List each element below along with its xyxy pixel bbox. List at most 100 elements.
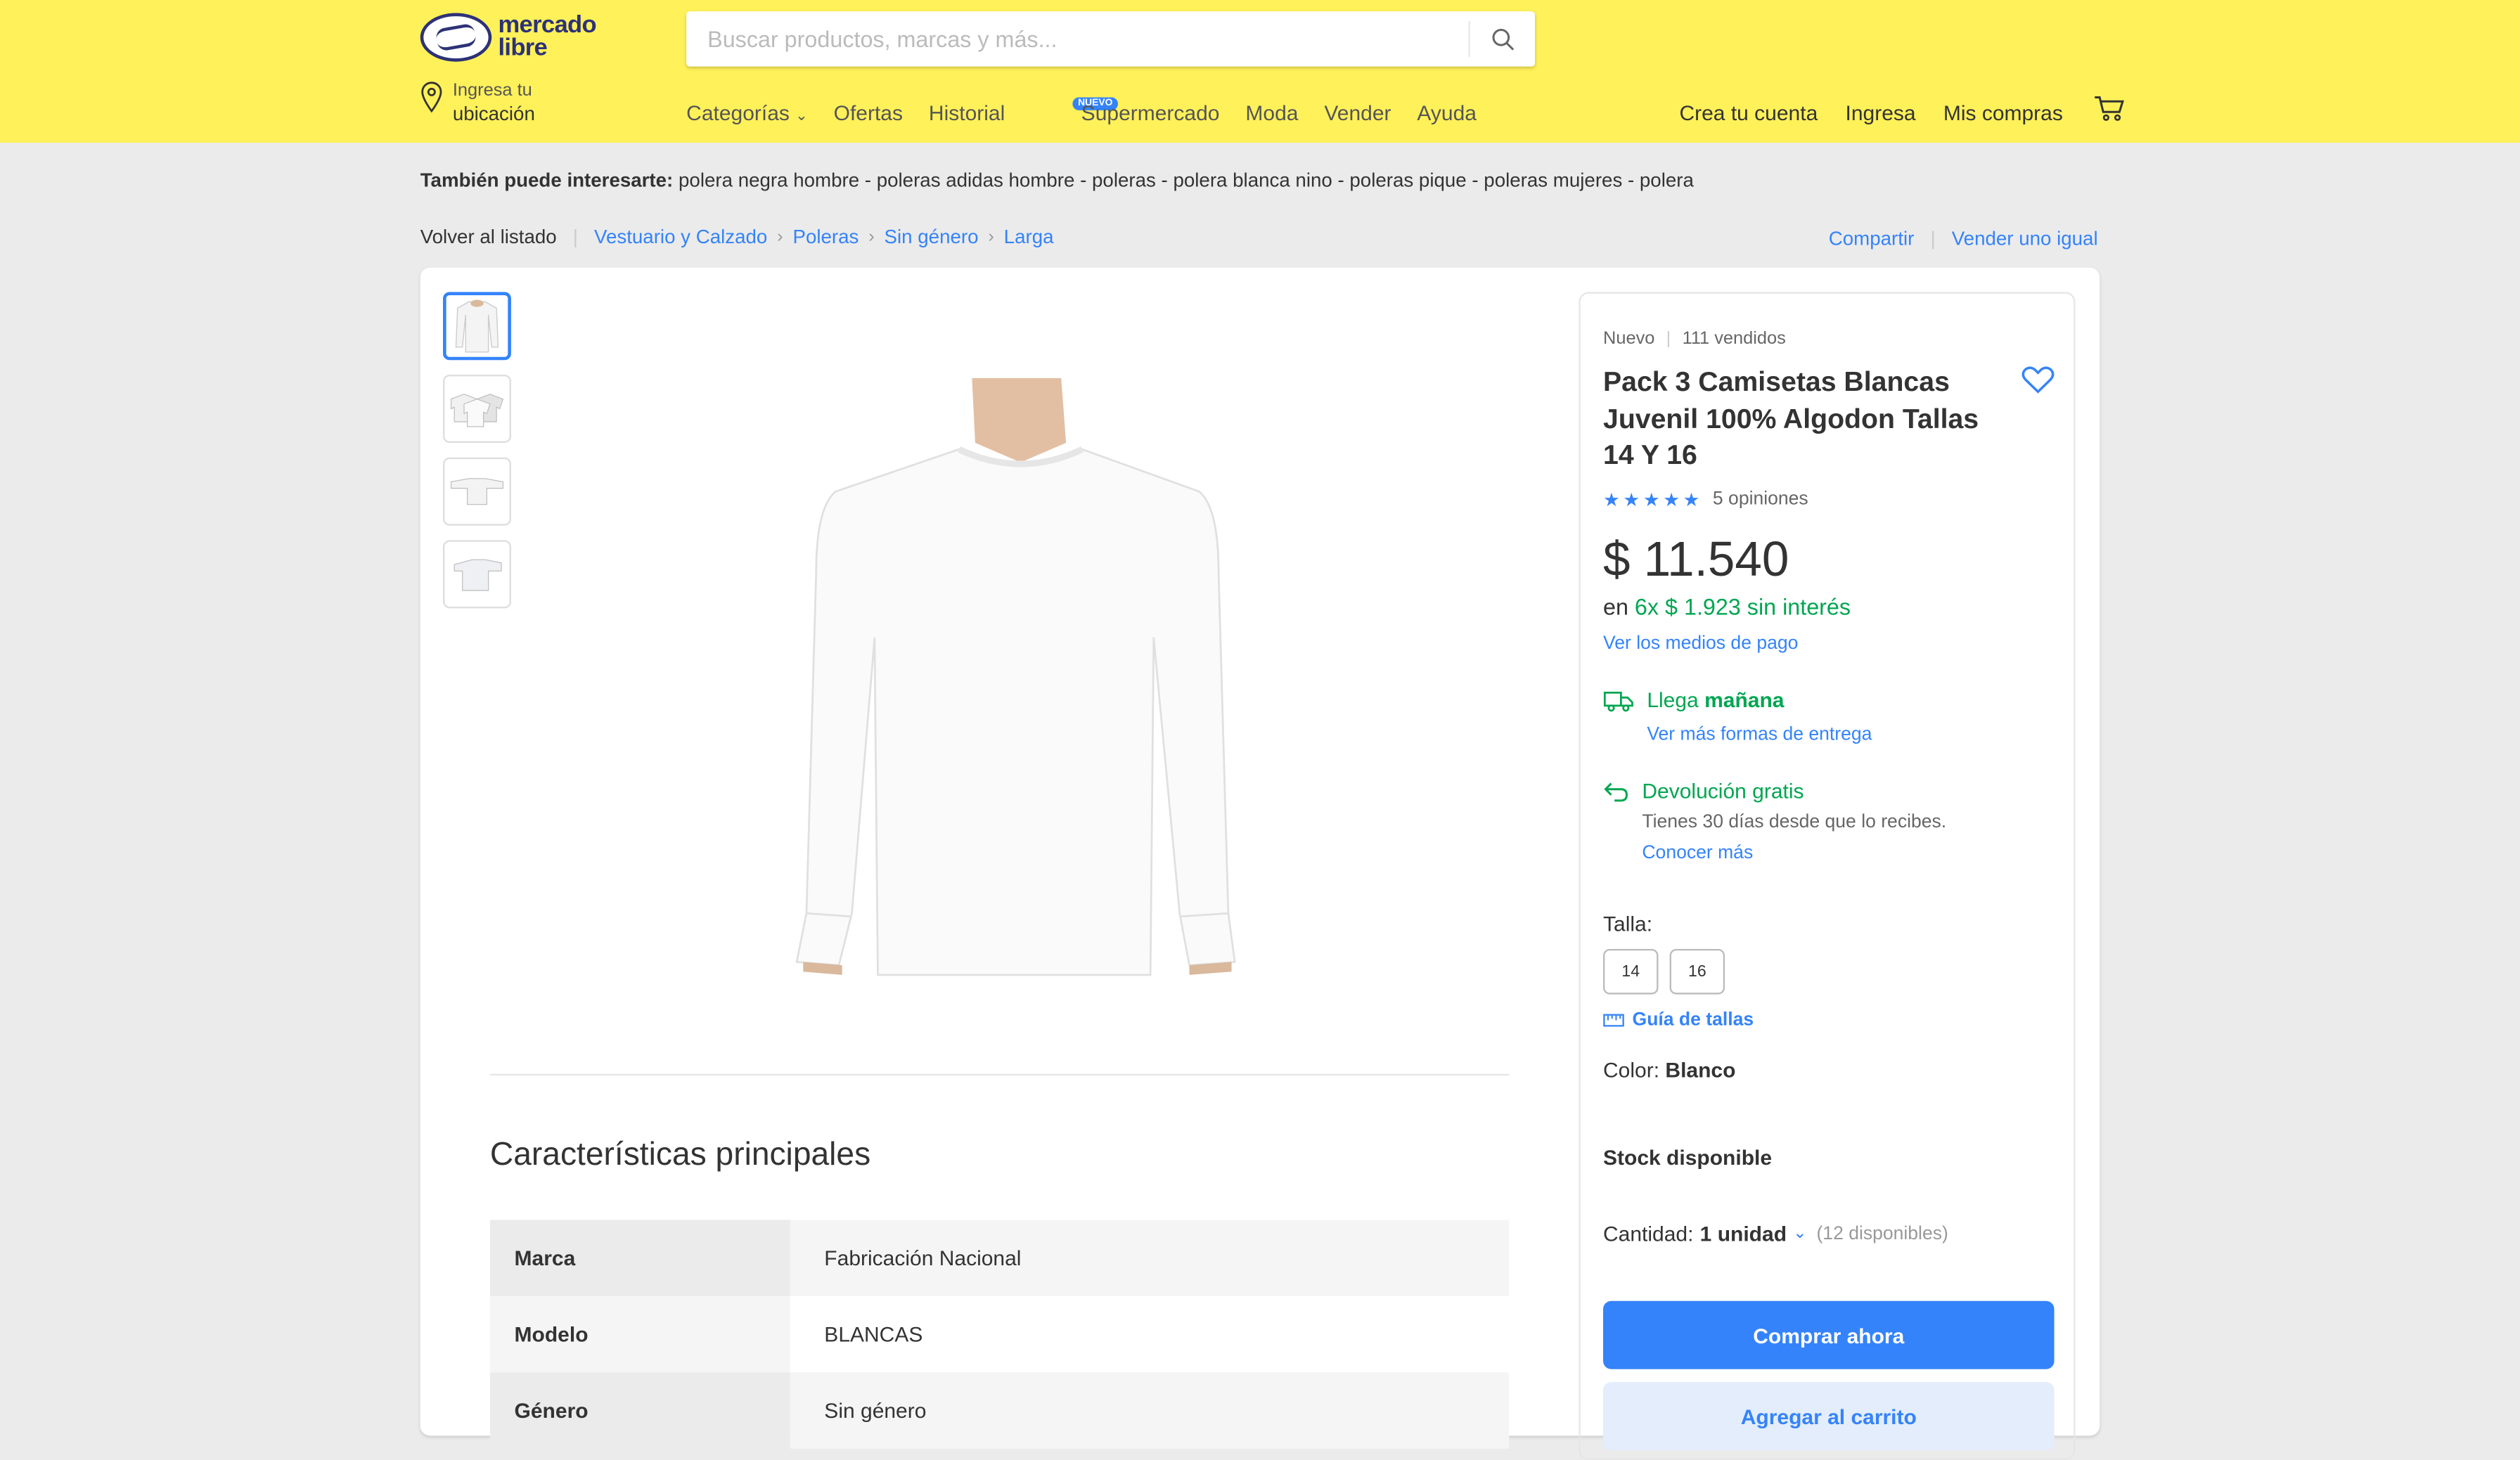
return-arrow-icon xyxy=(1604,782,1628,801)
feature-value: Fabricación Nacional xyxy=(790,1220,1510,1296)
add-to-cart-button[interactable]: Agregar al carrito xyxy=(1603,1382,2055,1451)
shirt-side-thumbnail-image xyxy=(454,559,502,591)
back-to-list-link[interactable]: Volver al listado xyxy=(420,226,557,248)
color-selection: Color: Blanco xyxy=(1603,1058,1735,1083)
my-purchases-link[interactable]: Mis compras xyxy=(1943,101,2063,125)
star-icon: ★ xyxy=(1623,491,1640,511)
buy-now-button[interactable]: Comprar ahora xyxy=(1603,1300,2055,1369)
cart-icon[interactable] xyxy=(2094,93,2126,123)
installments-value: 6x $ 1.923 sin interés xyxy=(1634,593,1851,620)
feature-key: Género xyxy=(489,1372,790,1449)
related-searches: También puede interesarte: polera negra … xyxy=(420,169,1694,191)
condition-separator: | xyxy=(1666,329,1671,349)
size-option-16[interactable]: 16 xyxy=(1669,949,1725,995)
opinions-count: 5 opiniones xyxy=(1712,489,1808,510)
size-guide-link[interactable]: Guía de tallas xyxy=(1603,1010,1754,1031)
nav-categorias[interactable]: Categorías ⌄ xyxy=(686,101,808,125)
share-link[interactable]: Compartir xyxy=(1829,227,1915,250)
search-icon xyxy=(1491,27,1514,50)
location-selector[interactable]: Ingresa tu ubicación xyxy=(420,81,535,125)
return-description: Tienes 30 días desde que lo recibes. xyxy=(1642,813,1947,832)
product-title: Pack 3 Camisetas Blancas Juvenil 100% Al… xyxy=(1603,366,1979,471)
price: $ 11.540 xyxy=(1603,534,1789,588)
search-bar xyxy=(686,11,1536,67)
logo-text-line2: libre xyxy=(498,34,548,62)
chevron-down-icon: ⌄ xyxy=(1793,1225,1807,1243)
quantity-selector[interactable]: Cantidad: 1 unidad ⌄ (12 disponibles) xyxy=(1603,1222,1948,1246)
star-icon: ★ xyxy=(1603,491,1620,511)
breadcrumb: Volver al listado | Vestuario y Calzado … xyxy=(420,226,1054,248)
rating[interactable]: ★ ★ ★ ★ ★ 5 opiniones xyxy=(1603,489,1808,511)
color-label: Color: xyxy=(1603,1057,1660,1083)
nav-supermercado-label: Supermercado xyxy=(1081,101,1220,125)
location-label-bottom: ubicación xyxy=(452,102,535,125)
shipping-info: Llega mañana xyxy=(1603,687,1784,712)
returns-info: Devolución gratis xyxy=(1603,779,1804,803)
breadcrumb-item-poleras[interactable]: Poleras xyxy=(792,226,859,248)
size-options: 14 16 xyxy=(1603,949,1725,995)
size-option-14[interactable]: 14 xyxy=(1603,949,1659,995)
installments-prefix: en xyxy=(1603,593,1628,620)
nav-vender[interactable]: Vender xyxy=(1324,101,1391,125)
heart-icon xyxy=(2021,366,2055,394)
header: mercado libre Ingresa tu ubicación Categ… xyxy=(0,0,2520,143)
buy-box: Nuevo | 111 vendidos Pack 3 Camisetas Bl… xyxy=(1579,292,2076,1460)
mercadolibre-logo[interactable]: mercado libre xyxy=(420,13,597,62)
white-shirt-image xyxy=(795,377,1236,976)
thumbnail-3[interactable] xyxy=(443,457,511,526)
related-searches-label: También puede interesarte: xyxy=(420,169,674,192)
breadcrumb-item-larga[interactable]: Larga xyxy=(1004,226,1054,248)
feature-value: Sin género xyxy=(790,1372,1510,1449)
thumbnail-1[interactable] xyxy=(443,292,511,361)
ruler-icon xyxy=(1603,1014,1624,1027)
main-nav: Categorías ⌄ Ofertas Historial NUEVO Sup… xyxy=(686,97,1477,125)
location-pin-icon xyxy=(421,82,442,113)
nav-moda[interactable]: Moda xyxy=(1245,101,1298,125)
nav-ayuda[interactable]: Ayuda xyxy=(1417,101,1477,125)
search-input[interactable] xyxy=(686,25,1469,52)
table-row: Marca Fabricación Nacional xyxy=(489,1220,1510,1296)
favorite-button[interactable] xyxy=(2021,365,2055,402)
payment-methods-link[interactable]: Ver los medios de pago xyxy=(1603,634,1798,654)
shirts-pack-thumbnail-image xyxy=(450,394,504,427)
breadcrumb-item-sin-genero[interactable]: Sin género xyxy=(885,226,979,248)
login-link[interactable]: Ingresa xyxy=(1846,101,1916,125)
learn-more-link[interactable]: Conocer más xyxy=(1642,844,1753,863)
nav-ofertas[interactable]: Ofertas xyxy=(834,101,903,125)
nav-supermercado[interactable]: NUEVO Supermercado xyxy=(1031,97,1220,125)
stock-status: Stock disponible xyxy=(1603,1145,1773,1170)
related-searches-links[interactable]: polera negra hombre - poleras adidas hom… xyxy=(679,169,1694,191)
thumbnail-2[interactable] xyxy=(443,375,511,444)
size-guide-label: Guía de tallas xyxy=(1632,1010,1754,1031)
share-actions: Compartir | Vender uno igual xyxy=(1829,227,2098,250)
product-main-image[interactable] xyxy=(793,377,1247,990)
breadcrumb-item-vestuario[interactable]: Vestuario y Calzado xyxy=(594,226,767,248)
color-value: Blanco xyxy=(1665,1057,1736,1083)
account-nav: Crea tu cuenta Ingresa Mis compras xyxy=(1679,95,2126,125)
more-shipping-link[interactable]: Ver más formas de entrega xyxy=(1647,725,1872,745)
product-card: Características principales Marca Fabric… xyxy=(420,267,2100,1460)
feature-key: Modelo xyxy=(489,1296,790,1373)
section-divider xyxy=(489,1073,1510,1076)
star-icon: ★ xyxy=(1683,491,1700,511)
sold-count: 111 vendidos xyxy=(1682,329,1786,349)
quantity-label: Cantidad: xyxy=(1603,1221,1694,1246)
features-title: Características principales xyxy=(489,1137,871,1173)
thumbnail-4[interactable] xyxy=(443,540,511,609)
star-icon: ★ xyxy=(1642,491,1660,511)
chevron-right-icon: › xyxy=(988,227,994,247)
share-separator: | xyxy=(1930,227,1936,250)
sell-same-link[interactable]: Vender uno igual xyxy=(1952,227,2098,250)
condition-label: Nuevo xyxy=(1603,329,1655,349)
chevron-right-icon: › xyxy=(777,227,783,247)
installments: en 6x $ 1.923 sin interés xyxy=(1603,594,1851,620)
feature-key: Marca xyxy=(489,1220,790,1296)
truck-icon xyxy=(1603,690,1633,711)
chevron-right-icon: › xyxy=(868,227,875,247)
create-account-link[interactable]: Crea tu cuenta xyxy=(1679,101,1818,125)
features-table: Marca Fabricación Nacional Modelo BLANCA… xyxy=(489,1220,1510,1449)
table-row: Modelo BLANCAS xyxy=(489,1296,1510,1373)
shirt-thumbnail-image xyxy=(455,299,499,353)
search-button[interactable] xyxy=(1470,11,1535,66)
nav-historial[interactable]: Historial xyxy=(929,101,1005,125)
